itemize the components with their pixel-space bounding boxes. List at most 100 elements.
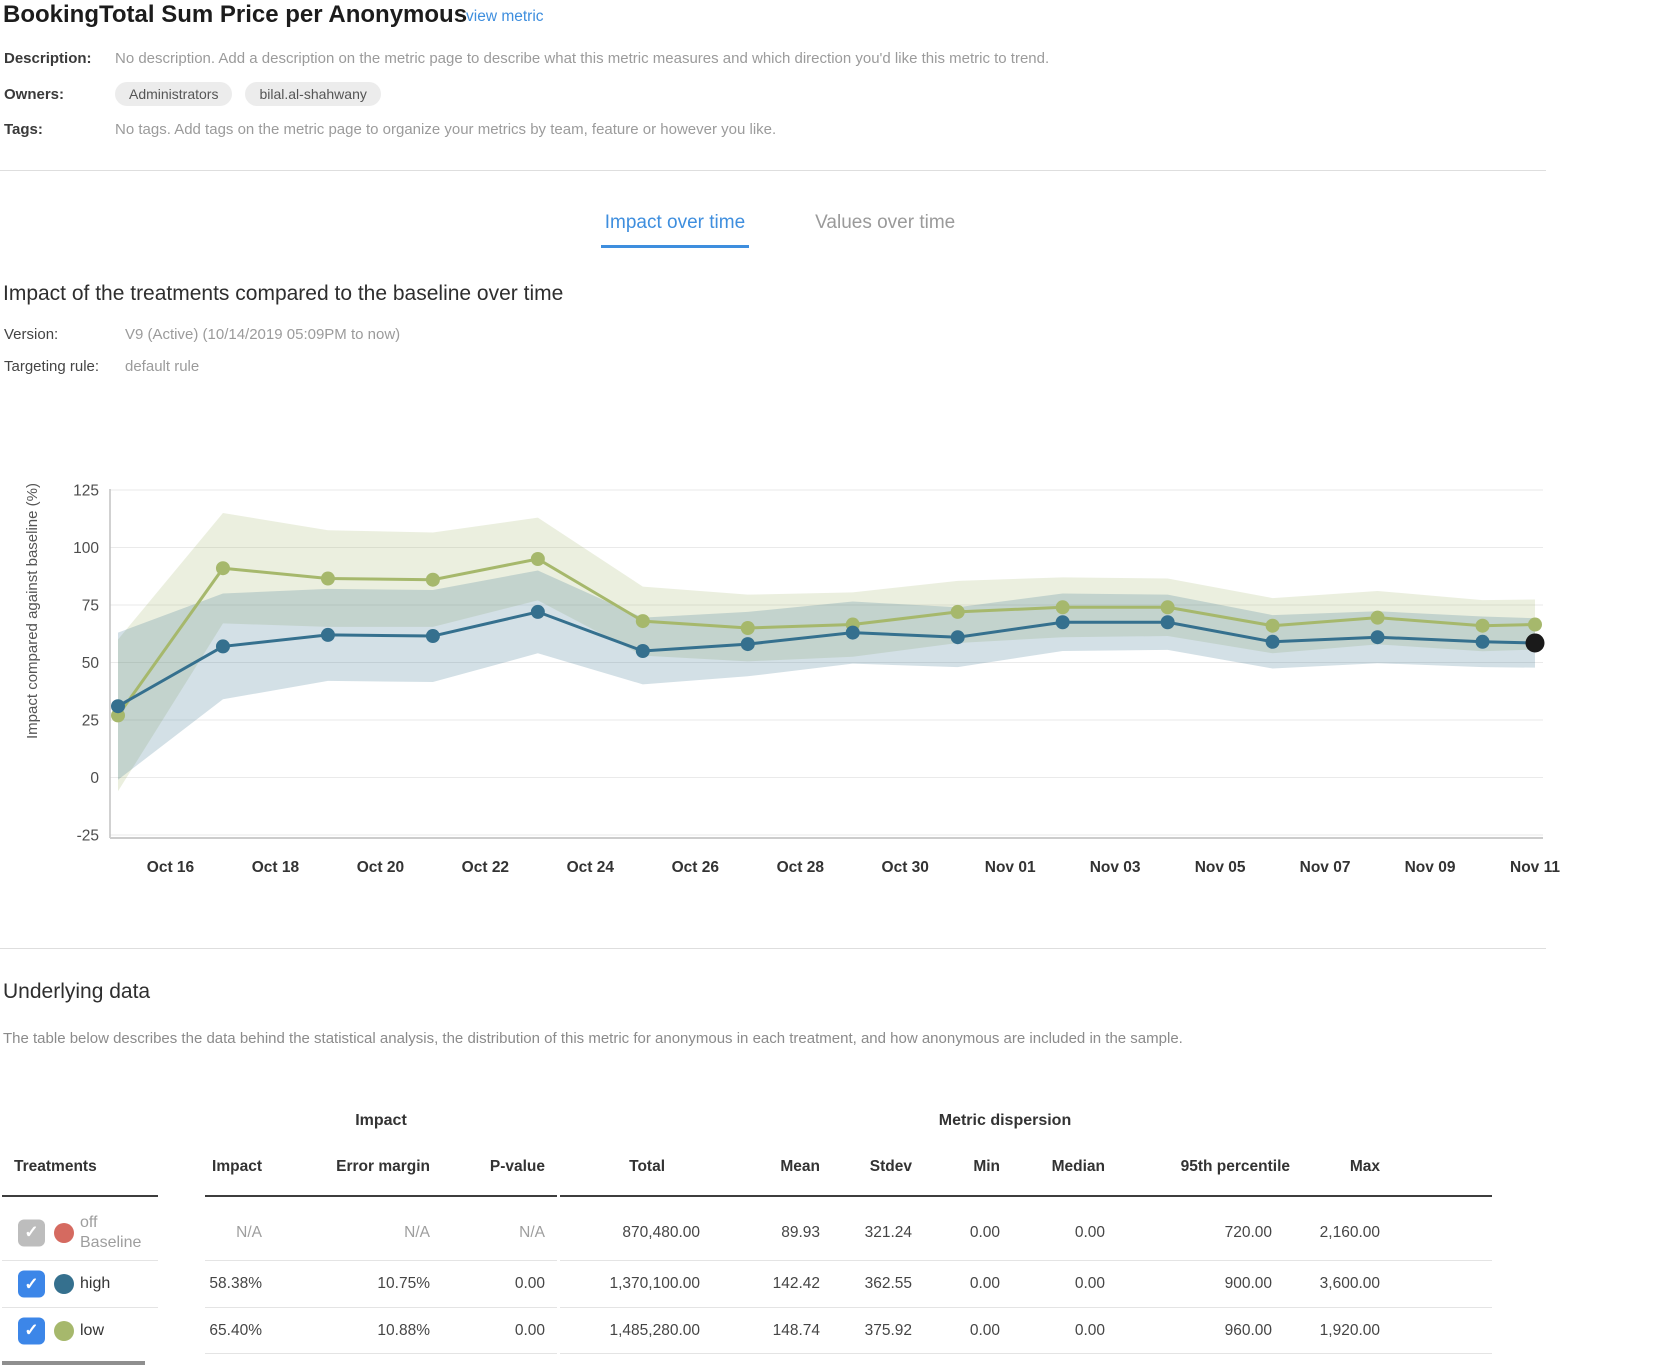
row-divider [205, 1353, 557, 1354]
data-point-high[interactable] [111, 699, 125, 713]
data-point-low[interactable] [951, 605, 965, 619]
cell-total: 1,485,280.00 [609, 1322, 700, 1340]
cell-error_margin: 10.88% [377, 1322, 430, 1340]
y-tick-label: 125 [73, 483, 99, 500]
current-point-marker[interactable] [1526, 633, 1545, 652]
data-point-high[interactable] [951, 630, 965, 644]
data-point-low[interactable] [1266, 619, 1280, 633]
data-point-high[interactable] [1056, 615, 1070, 629]
treatment-name-text: high [80, 1274, 110, 1294]
data-point-low[interactable] [426, 573, 440, 587]
treatments-column-header: Treatments [14, 1158, 97, 1176]
data-point-high[interactable] [1476, 635, 1490, 649]
tags-text: No tags. Add tags on the metric page to … [115, 121, 776, 138]
data-point-high[interactable] [636, 644, 650, 658]
page-title: BookingTotal Sum Price per Anonymous [3, 1, 467, 29]
data-point-high[interactable] [531, 605, 545, 619]
treatment-name-text: off [80, 1213, 141, 1233]
view-metric-link[interactable]: view metric [466, 8, 544, 26]
tags-label: Tags: [4, 121, 43, 138]
cell-p95: 900.00 [1225, 1275, 1272, 1293]
treatment-color-dot [54, 1223, 74, 1243]
impact-header-underline [205, 1195, 557, 1197]
data-point-low[interactable] [741, 621, 755, 635]
data-point-high[interactable] [846, 626, 860, 640]
column-header-median: Median [1052, 1158, 1105, 1176]
data-point-high[interactable] [321, 628, 335, 642]
data-point-high[interactable] [1161, 615, 1175, 629]
cell-p_value: 0.00 [515, 1275, 545, 1293]
table-row-low: ✓ low 65.40% 10.88% 0.00 1,485,280.00 148.74 37… [0, 1308, 1680, 1353]
x-tick-label: Oct 28 [777, 859, 825, 876]
impact-over-time-chart[interactable]: 1251007550250-25Oct 16Oct 18Oct 20Oct 22… [0, 430, 1680, 880]
treatment-checkbox-low[interactable]: ✓ [18, 1317, 45, 1344]
x-tick-label: Nov 01 [985, 859, 1036, 876]
cell-impact: 65.40% [209, 1322, 262, 1340]
treatment-name: offBaseline [80, 1213, 141, 1253]
treatment-name-text: low [80, 1321, 104, 1341]
data-point-high[interactable] [1371, 630, 1385, 644]
y-tick-label: 100 [73, 540, 99, 557]
data-point-low[interactable] [636, 614, 650, 628]
y-tick-label: 75 [82, 598, 99, 615]
description-text: No description. Add a description on the… [115, 50, 1049, 67]
targeting-rule-value: default rule [125, 358, 199, 375]
column-header-total: Total [629, 1158, 665, 1176]
x-tick-label: Oct 18 [252, 859, 300, 876]
column-header-min: Min [973, 1158, 1000, 1176]
x-tick-label: Nov 05 [1195, 859, 1246, 876]
data-point-low[interactable] [1161, 600, 1175, 614]
impact-section-heading: Impact of the treatments compared to the… [3, 282, 563, 306]
owners-label: Owners: [4, 86, 64, 103]
cell-stdev: 375.92 [865, 1322, 912, 1340]
treatment-checkbox-high[interactable]: ✓ [18, 1271, 45, 1298]
data-point-low[interactable] [321, 572, 335, 586]
description-label: Description: [4, 50, 92, 67]
cell-impact: N/A [236, 1224, 262, 1242]
data-point-low[interactable] [216, 561, 230, 575]
column-header-max: Max [1350, 1158, 1380, 1176]
cell-p_value: 0.00 [515, 1322, 545, 1340]
table-row-high: ✓high58.38%10.75%0.001,370,100.00142.423… [0, 1261, 1680, 1307]
x-tick-label: Nov 07 [1300, 859, 1351, 876]
data-point-high[interactable] [1266, 635, 1280, 649]
treatment-baseline-label: Baseline [80, 1233, 141, 1253]
owner-tag[interactable]: bilal.al-shahwany [245, 82, 380, 106]
data-point-low[interactable] [1371, 611, 1385, 625]
data-point-low[interactable] [531, 552, 545, 566]
data-point-low[interactable] [1476, 619, 1490, 633]
tab-impact-over-time[interactable]: Impact over time [601, 212, 749, 248]
tab-values-over-time[interactable]: Values over time [811, 212, 959, 248]
data-point-low[interactable] [1056, 600, 1070, 614]
owners-list: Administrators bilal.al-shahwany [115, 82, 381, 106]
cell-min: 0.00 [970, 1275, 1000, 1293]
dispersion-header-underline [560, 1195, 1492, 1197]
cell-p95: 720.00 [1225, 1224, 1272, 1242]
treatment-color-dot [54, 1321, 74, 1341]
header-divider [0, 170, 1546, 171]
cell-total: 1,370,100.00 [609, 1275, 700, 1293]
cell-median: 0.00 [1075, 1275, 1105, 1293]
column-header-mean: Mean [780, 1158, 820, 1176]
column-header-error_margin: Error margin [336, 1158, 430, 1176]
x-tick-label: Nov 11 [1510, 859, 1560, 876]
column-header-p95: 95th percentile [1181, 1158, 1290, 1176]
data-point-high[interactable] [426, 629, 440, 643]
column-header-stdev: Stdev [870, 1158, 912, 1176]
cell-max: 2,160.00 [1320, 1224, 1380, 1242]
cell-p_value: N/A [519, 1224, 545, 1242]
cell-min: 0.00 [970, 1224, 1000, 1242]
check-icon: ✓ [24, 1321, 38, 1341]
data-point-high[interactable] [741, 637, 755, 651]
table-row-off: ✓offBaselineN/AN/AN/A870,480.0089.93321.… [0, 1205, 1680, 1260]
cell-min: 0.00 [970, 1322, 1000, 1340]
data-point-high[interactable] [216, 639, 230, 653]
cell-total: 870,480.00 [622, 1224, 700, 1242]
data-point-low[interactable] [1528, 618, 1542, 632]
cell-mean: 148.74 [773, 1322, 820, 1340]
treatment-name: high [80, 1274, 110, 1294]
cell-p95: 960.00 [1225, 1322, 1272, 1340]
column-header-impact: Impact [212, 1158, 262, 1176]
cell-median: 0.00 [1075, 1224, 1105, 1242]
owner-tag[interactable]: Administrators [115, 82, 232, 106]
